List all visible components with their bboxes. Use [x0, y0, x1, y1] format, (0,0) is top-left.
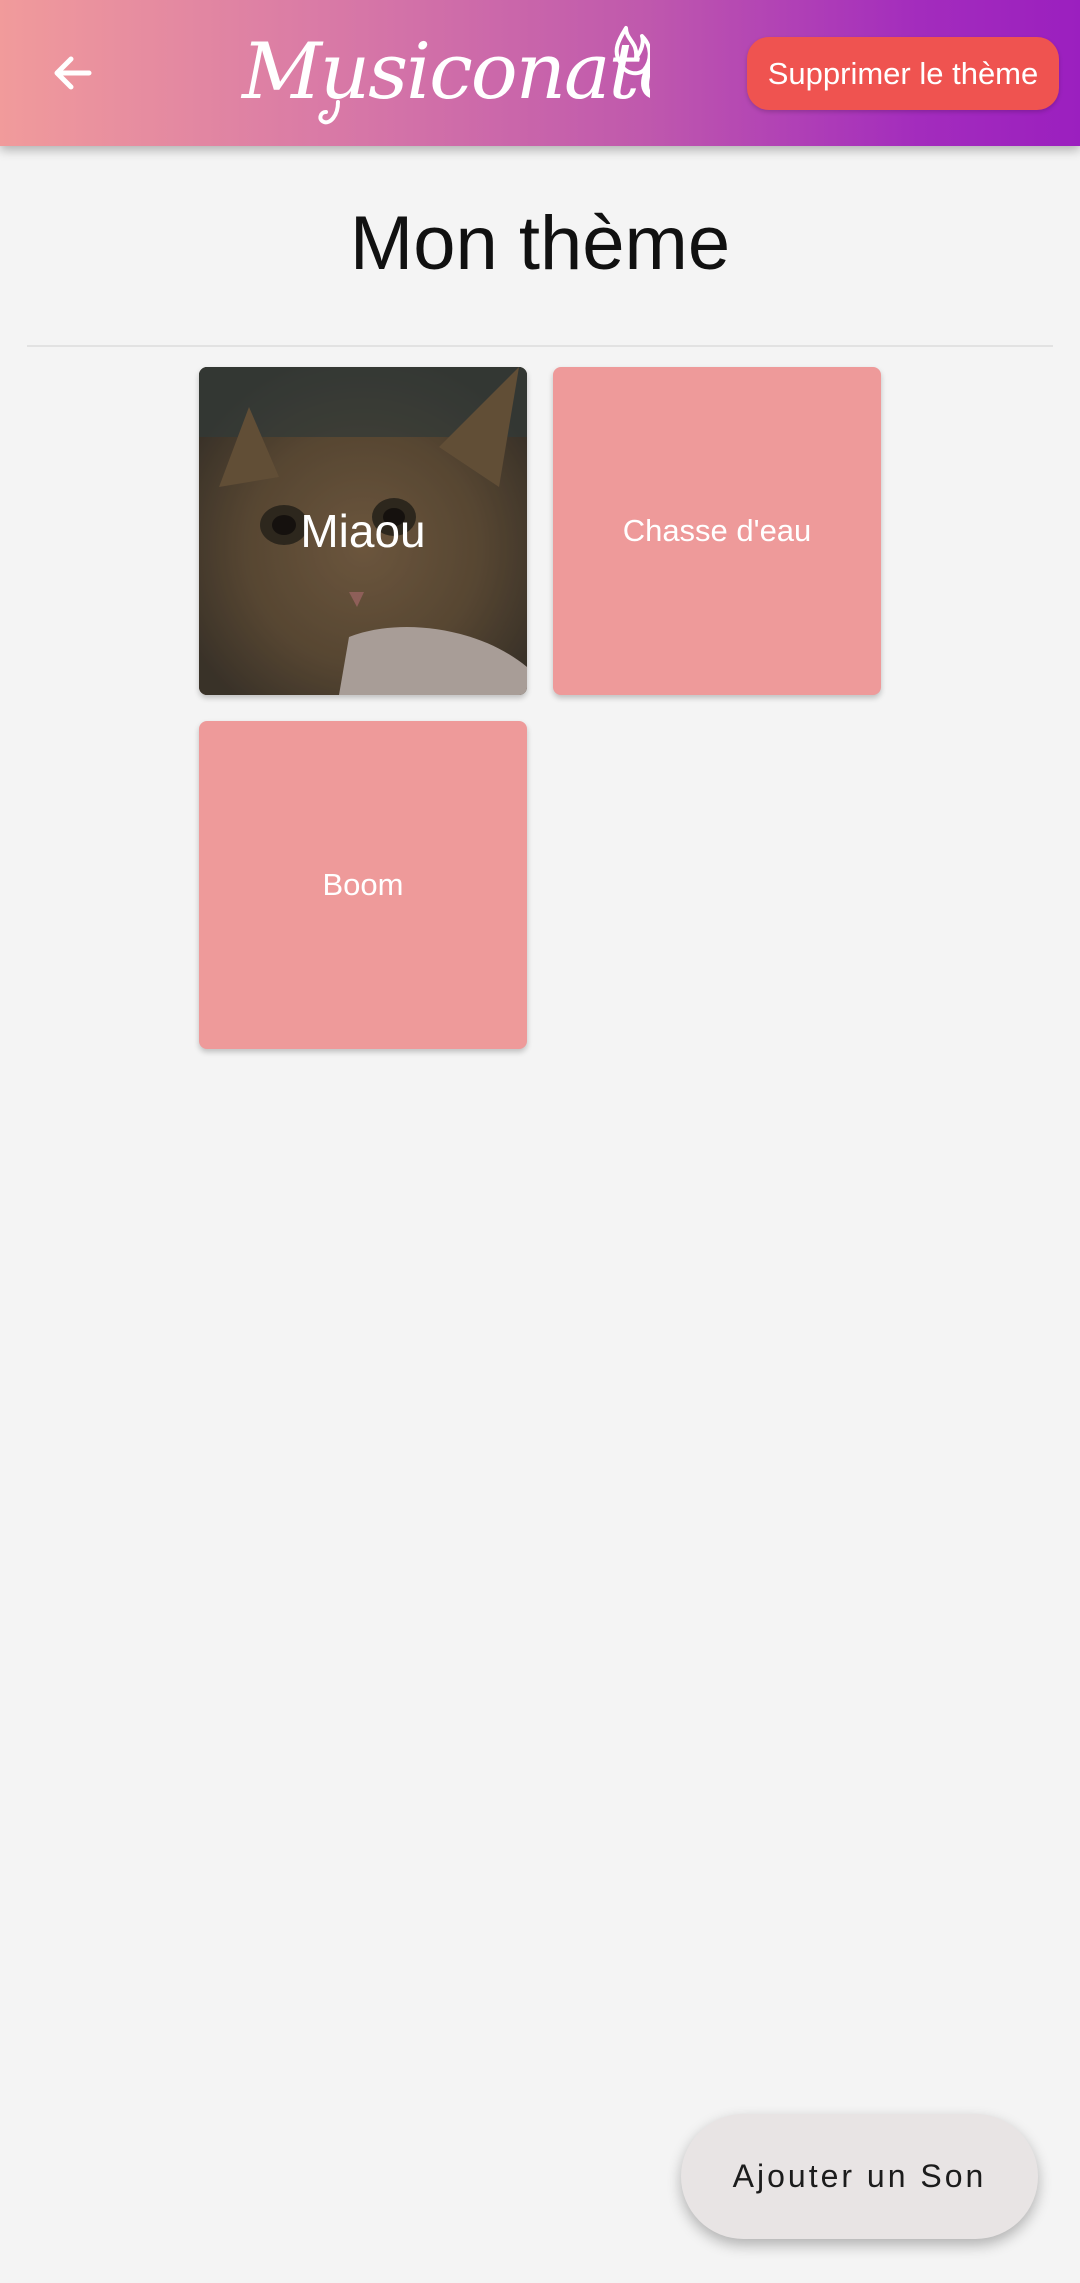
- sound-tile-chasse-d-eau[interactable]: Chasse d'eau: [553, 367, 881, 695]
- sound-tile-label: Miaou: [300, 505, 426, 557]
- svg-text:Musiconator: Musiconator: [240, 27, 650, 117]
- back-button[interactable]: [30, 33, 116, 113]
- app-bar: Musiconator Supprimer le thème: [0, 0, 1080, 146]
- musiconator-logo: Musiconator: [240, 26, 650, 125]
- delete-theme-button[interactable]: Supprimer le thème: [747, 37, 1059, 110]
- page-title: Mon thème: [349, 201, 731, 286]
- sound-tile-miaou[interactable]: Miaou: [199, 367, 527, 695]
- sound-tile-boom[interactable]: Boom: [199, 721, 527, 1049]
- arrow-back-icon: [54, 56, 92, 90]
- divider: [27, 345, 1053, 347]
- sound-tile-label: Chasse d'eau: [622, 513, 812, 548]
- sound-tile-label: Boom: [322, 867, 404, 902]
- add-sound-button[interactable]: Ajouter un Son: [681, 2114, 1038, 2239]
